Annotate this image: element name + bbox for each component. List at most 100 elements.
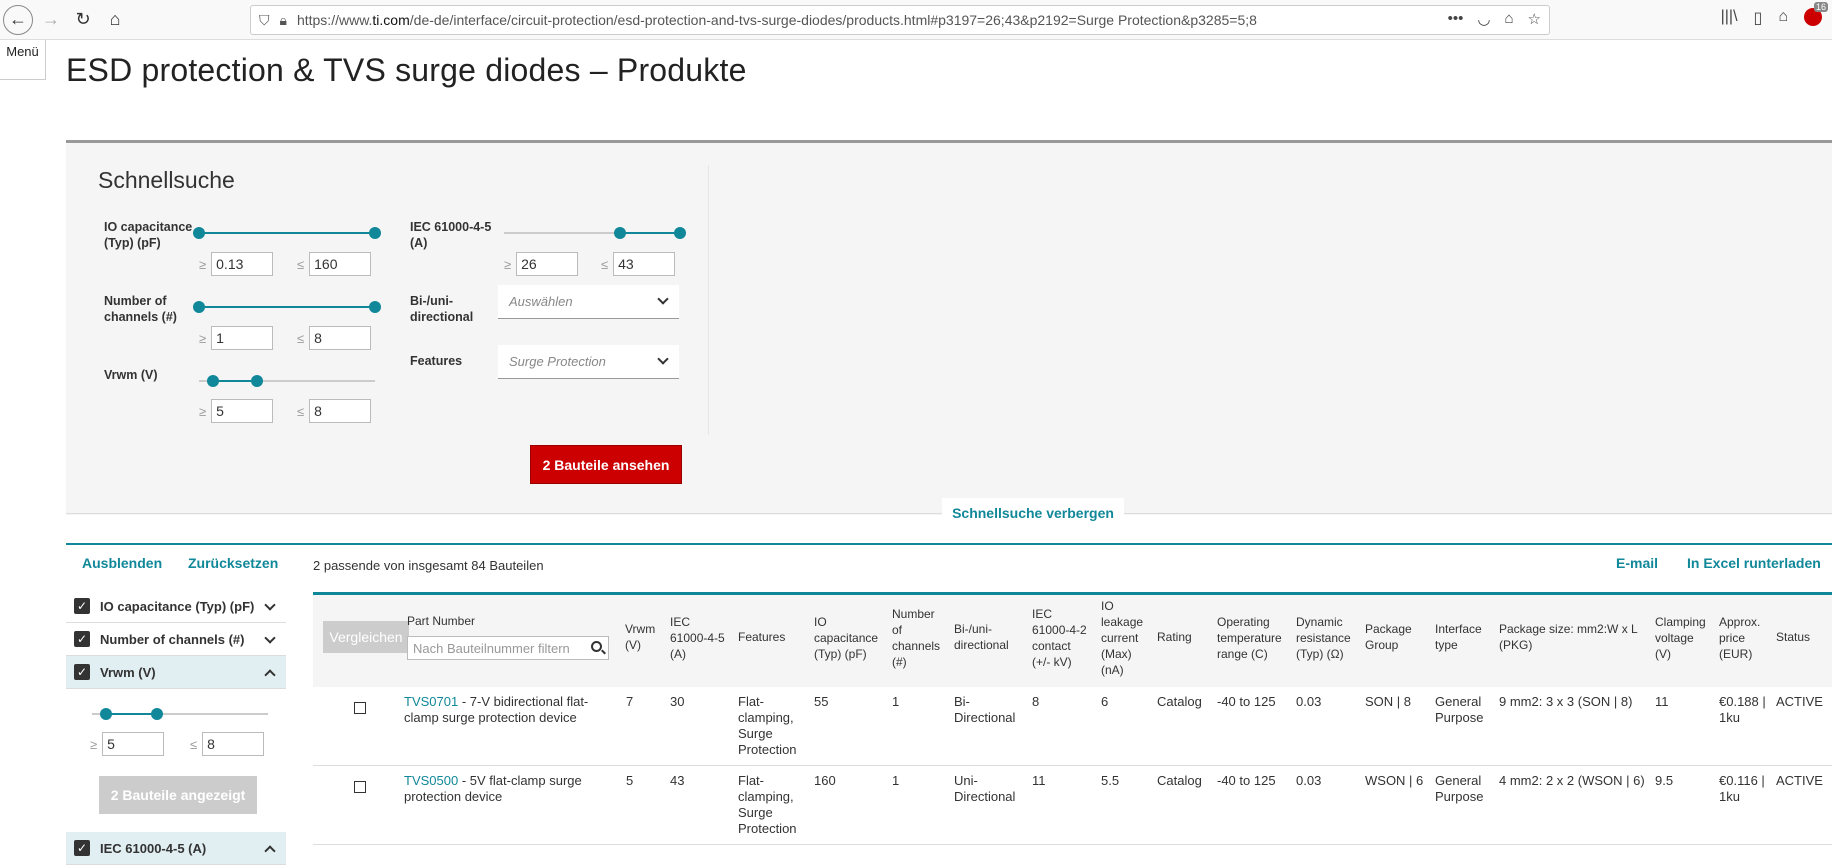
- column-header-package-size[interactable]: Package size: mm2:W x L (PKG): [1499, 621, 1649, 653]
- checkbox-checked-icon[interactable]: ✓: [74, 598, 90, 614]
- lock-icon: 🔒︎: [279, 11, 287, 28]
- column-header-part-number[interactable]: Part Number: [407, 613, 475, 629]
- column-header-interface-type[interactable]: Interface type: [1435, 621, 1489, 653]
- column-header-iec-61000-4-5[interactable]: IEC 61000-4-5 (A): [670, 614, 730, 662]
- shield-icon: ⛉: [259, 11, 270, 28]
- library-icon[interactable]: |||\: [1721, 8, 1738, 28]
- slider-max-handle[interactable]: [151, 708, 164, 720]
- column-header-channels[interactable]: Number of channels (#): [892, 606, 944, 670]
- compare-button[interactable]: Vergleichen: [323, 621, 409, 653]
- channels-max-input[interactable]: [309, 326, 372, 350]
- extension-icon[interactable]: ⌂: [1778, 8, 1788, 28]
- slider-max-handle[interactable]: [251, 375, 264, 387]
- parts-shown-button[interactable]: 2 Bauteile angezeigt: [99, 776, 257, 814]
- url-bar[interactable]: ⛉ 🔒︎ https://www.ti.com/de-de/interface/…: [250, 5, 1550, 35]
- part-link[interactable]: TVS0500: [404, 773, 458, 788]
- slider-min-handle[interactable]: [207, 375, 220, 387]
- quicksearch-title: Schnellsuche: [98, 167, 235, 193]
- column-header-vrwm[interactable]: Vrwm (V): [625, 621, 665, 653]
- back-arrow-icon[interactable]: ←: [3, 4, 33, 35]
- vrwm-max-input[interactable]: [309, 399, 372, 423]
- cell-price: €0.116 | 1ku: [1719, 773, 1765, 804]
- range-min: ≥: [199, 252, 274, 276]
- slider-max-handle[interactable]: [369, 301, 381, 313]
- sidebar-vrwm-min-input[interactable]: [102, 732, 165, 756]
- pocket-icon[interactable]: ◡: [1477, 10, 1490, 28]
- cell-package-group: WSON | 6: [1365, 773, 1424, 788]
- cell-status: ACTIVE: [1776, 773, 1823, 788]
- checkbox-checked-icon[interactable]: ✓: [74, 840, 90, 856]
- column-header-features[interactable]: Features: [738, 629, 785, 645]
- cell-interface-type: General Purpose: [1435, 773, 1484, 804]
- hide-filters-link[interactable]: Ausblenden: [82, 555, 162, 571]
- hide-quicksearch-link[interactable]: Schnellsuche verbergen: [942, 498, 1124, 528]
- sidebar-vrwm-max-input[interactable]: [202, 732, 265, 756]
- vrwm-min-input[interactable]: [211, 399, 274, 423]
- slider-min-handle[interactable]: [193, 227, 205, 239]
- column-header-leakage[interactable]: IO leakage current (Max) (nA): [1101, 598, 1147, 678]
- slider-min-handle[interactable]: [100, 708, 113, 720]
- more-icon[interactable]: •••: [1448, 10, 1464, 28]
- checkbox-checked-icon[interactable]: ✓: [74, 631, 90, 647]
- excel-download-link[interactable]: In Excel runterladen: [1687, 555, 1821, 571]
- part-number-filter-input[interactable]: Nach Bauteilnummer filtern: [407, 636, 609, 660]
- features-select[interactable]: Surge Protection: [498, 345, 679, 379]
- slider-vrwm[interactable]: [199, 374, 375, 388]
- column-header-bidirectional[interactable]: Bi-/uni-directional: [954, 621, 1020, 653]
- reset-filters-link[interactable]: Zurücksetzen: [188, 555, 278, 571]
- star-icon[interactable]: ☆: [1528, 10, 1541, 28]
- sidebar-item-vrwm[interactable]: ✓ Vrwm (V): [66, 656, 286, 689]
- column-header-temperature[interactable]: Operating temperature range (C): [1217, 614, 1289, 662]
- placeholder-text: Nach Bauteilnummer filtern: [413, 640, 570, 656]
- bidirectional-select[interactable]: Auswählen: [498, 285, 679, 319]
- channels-min-input[interactable]: [211, 326, 274, 350]
- range-min: ≥: [199, 326, 274, 350]
- slider-io-capacitance[interactable]: [193, 226, 381, 240]
- ublock-icon[interactable]: 16: [1804, 2, 1828, 26]
- column-header-status[interactable]: Status: [1776, 629, 1810, 645]
- column-header-rating[interactable]: Rating: [1157, 629, 1192, 645]
- column-header-io-capacitance[interactable]: IO capacitance (Typ) (pF): [814, 614, 882, 662]
- io-capacitance-max-input[interactable]: [309, 252, 372, 276]
- extension-icon[interactable]: ⌂: [1504, 10, 1513, 28]
- column-header-iec-61000-4-2[interactable]: IEC 61000-4-2 contact (+/- kV): [1032, 606, 1092, 670]
- sidebar-icon[interactable]: ▯: [1754, 8, 1763, 28]
- home-icon[interactable]: ⌂: [101, 6, 129, 34]
- sidebar-item-iec-61000-4-5[interactable]: ✓ IEC 61000-4-5 (A): [66, 832, 286, 865]
- compare-checkbox[interactable]: [354, 781, 366, 793]
- io-capacitance-min-input[interactable]: [211, 252, 274, 276]
- column-header-package-group[interactable]: Package Group: [1365, 621, 1419, 653]
- menu-button[interactable]: Menü: [0, 40, 46, 80]
- slider-max-handle[interactable]: [674, 227, 686, 239]
- checkbox-checked-icon[interactable]: ✓: [74, 664, 90, 680]
- column-header-dynamic-resistance[interactable]: Dynamic resistance (Typ) (Ω): [1296, 614, 1358, 662]
- iec-min-input[interactable]: [516, 252, 579, 276]
- reload-icon[interactable]: ↻: [69, 6, 97, 34]
- iec-max-input[interactable]: [613, 252, 676, 276]
- forward-arrow-icon[interactable]: →: [37, 6, 65, 34]
- email-link[interactable]: E-mail: [1616, 555, 1658, 571]
- quicksearch-panel: Schnellsuche IO capacitance (Typ) (pF) ≥…: [66, 140, 1832, 515]
- cell-leakage: 5.5: [1101, 773, 1120, 788]
- sidebar-slider-vrwm[interactable]: [92, 707, 268, 721]
- slider-iec-61000-4-5[interactable]: [504, 226, 686, 240]
- compare-checkbox[interactable]: [354, 702, 366, 714]
- filter-label-features: Features: [410, 354, 463, 368]
- filter-label-iec-61000-4-5: IEC 61000-4-5 (A): [410, 220, 492, 250]
- range-min: ≥: [504, 252, 579, 276]
- slider-min-handle[interactable]: [193, 301, 205, 313]
- slider-channels[interactable]: [193, 300, 381, 314]
- part-link[interactable]: TVS0701: [404, 694, 458, 709]
- slider-max-handle[interactable]: [369, 227, 381, 239]
- search-icon[interactable]: [591, 641, 602, 652]
- view-parts-button[interactable]: 2 Bauteile ansehen: [530, 445, 682, 484]
- column-header-price[interactable]: Approx. price (EUR): [1719, 614, 1767, 662]
- sidebar-item-io-capacitance[interactable]: ✓ IO capacitance (Typ) (pF): [66, 590, 286, 623]
- cell-iec42: 8: [1032, 694, 1040, 709]
- slider-min-handle[interactable]: [614, 227, 627, 239]
- column-header-clamping-voltage[interactable]: Clamping voltage (V): [1655, 614, 1711, 662]
- cell-package-size: 4 mm2: 2 x 2 (WSON | 6): [1499, 773, 1645, 788]
- cell-clamping-voltage: 9.5: [1655, 773, 1674, 788]
- sidebar-item-channels[interactable]: ✓ Number of channels (#): [66, 623, 286, 656]
- browser-toolbar: ← → ↻ ⌂ ⛉ 🔒︎ https://www.ti.com/de-de/in…: [0, 0, 1832, 40]
